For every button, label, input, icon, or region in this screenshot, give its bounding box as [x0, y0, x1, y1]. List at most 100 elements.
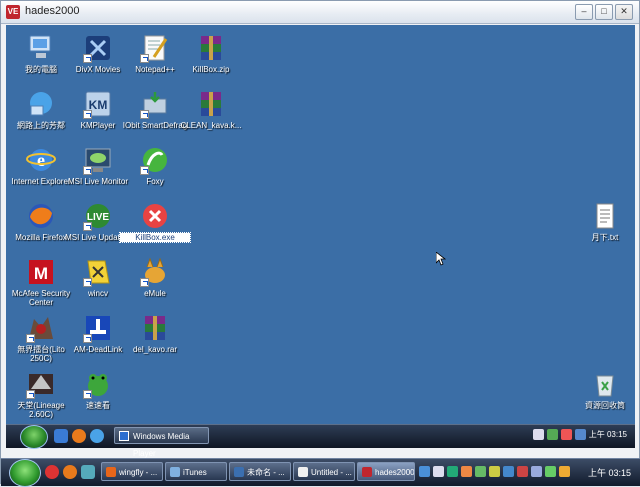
- dragon-game-icon: [26, 313, 56, 343]
- tray-network-icon[interactable]: [419, 466, 430, 477]
- lineage-icon: [26, 369, 56, 399]
- network-icon: [26, 89, 56, 119]
- taskbar-windows-media-player-label: Windows Media Player: [133, 432, 190, 458]
- quick-launch-firefox-icon[interactable]: [63, 465, 77, 479]
- tray-blue-icon[interactable]: [503, 466, 514, 477]
- emule-icon: [140, 257, 170, 287]
- desktop-icon-clean_kava[interactable]: CLEAN_kava.k...: [176, 89, 246, 130]
- shortcut-arrow-icon: [140, 278, 149, 287]
- shortcut-arrow-icon: [83, 110, 92, 119]
- shortcut-arrow-icon: [83, 390, 92, 399]
- start-button[interactable]: [9, 459, 41, 487]
- quick-launch-app-icon[interactable]: [81, 465, 95, 479]
- desktop-icon-label: eMule: [144, 289, 166, 298]
- window-title: hades2000: [25, 5, 80, 17]
- taskbar-app-icon: [234, 467, 244, 477]
- text-file-icon: [590, 201, 620, 231]
- winrar-icon: [196, 89, 226, 119]
- desktop-icon-yuexia[interactable]: 月下.txt: [576, 201, 634, 242]
- show-desktop-icon[interactable]: [54, 429, 68, 443]
- deadlink-icon: [83, 313, 113, 343]
- desktop-icon-foxy[interactable]: Foxy: [120, 145, 190, 186]
- shortcut-arrow-icon: [83, 222, 92, 231]
- desktop-icon-delkavo[interactable]: del_kavo.rar: [120, 313, 190, 354]
- shortcut-arrow-icon: [83, 334, 92, 343]
- maximize-button[interactable]: □: [595, 4, 613, 20]
- local-taskbar: wingfly - ... iTunes 未命名 - ... Untitled - .…: [1, 458, 640, 487]
- remote-clock[interactable]: 上午 03:15: [589, 429, 627, 440]
- taskbar-button-label: hades2000: [375, 468, 415, 477]
- wincv-icon: [83, 257, 113, 287]
- taskbar-button-4[interactable]: Untitled - ...: [293, 462, 355, 481]
- notepad-plus-icon: [140, 33, 170, 63]
- frog-icon: [83, 369, 113, 399]
- tray-sync-icon[interactable]: [531, 466, 542, 477]
- shortcut-arrow-icon: [83, 54, 92, 63]
- taskbar-button-3[interactable]: 未命名 - ...: [229, 462, 291, 481]
- msi-monitor-icon: [83, 145, 113, 175]
- foxy-icon: [140, 145, 170, 175]
- app-icon: VE: [6, 5, 20, 19]
- remote-desktop[interactable]: 我的電腦 網路上的芳鄰 e Internet Explorer Mozilla Fire…: [6, 25, 635, 424]
- divx-icon: [83, 33, 113, 63]
- local-clock[interactable]: 上午 03:15: [588, 466, 631, 479]
- volume-icon[interactable]: [574, 429, 586, 440]
- remote-start-button[interactable]: [20, 425, 48, 449]
- desktop-icon-recycle[interactable]: 資源回收筒: [576, 369, 634, 410]
- tray-green-icon[interactable]: [475, 466, 486, 477]
- title-bar[interactable]: VE hades2000 – □ ✕: [1, 1, 639, 24]
- tray-orange-icon[interactable]: [461, 466, 472, 477]
- firefox-quick-icon[interactable]: [72, 429, 86, 443]
- remote-system-tray: 上午 03:15: [532, 429, 627, 440]
- taskbar-button-label: iTunes: [183, 468, 207, 477]
- quick-launch-red-icon[interactable]: [45, 465, 59, 479]
- security-tray-icon[interactable]: [560, 429, 572, 440]
- remote-taskbar: Windows Media Player 上午 03:15: [6, 424, 635, 458]
- local-system-tray: [419, 466, 570, 477]
- shortcut-arrow-icon: [140, 166, 149, 175]
- tray-red-icon[interactable]: [517, 466, 528, 477]
- internet-explorer-icon: e: [26, 145, 56, 175]
- network-tray-icon[interactable]: [546, 429, 558, 440]
- desktop-icon-label: KillBox.zip: [192, 65, 230, 74]
- shortcut-arrow-icon: [140, 54, 149, 63]
- firefox-icon: [26, 201, 56, 231]
- msi-live-update-icon: LIVE: [83, 201, 113, 231]
- close-button[interactable]: ✕: [615, 4, 633, 20]
- kmplayer-icon: KM: [83, 89, 113, 119]
- tray-speaker-icon[interactable]: [559, 466, 570, 477]
- shortcut-arrow-icon: [26, 334, 35, 343]
- defrag-icon: [140, 89, 170, 119]
- desktop-icon-label: KillBox.exe: [119, 232, 191, 243]
- ie-quick-icon[interactable]: [90, 429, 104, 443]
- tray-yellow-icon[interactable]: [489, 466, 500, 477]
- desktop-icon-label: del_kavo.rar: [132, 345, 178, 354]
- desktop-icon-label: 資源回收筒: [585, 401, 625, 410]
- taskbar-app-icon: [362, 467, 372, 477]
- desktop-icon-sukankan[interactable]: 速速看: [63, 369, 133, 410]
- desktop-icon-label: 速速看: [86, 401, 110, 410]
- taskbar-button-1[interactable]: wingfly - ...: [101, 462, 163, 481]
- taskbar-app-icon: [298, 467, 308, 477]
- taskbar-app-icon: [106, 467, 116, 477]
- taskbar-button-label: Untitled - ...: [311, 468, 352, 477]
- keyboard-icon[interactable]: [532, 429, 544, 440]
- taskbar-windows-media-player[interactable]: Windows Media Player: [114, 427, 209, 458]
- shortcut-arrow-icon: [83, 278, 92, 287]
- desktop-icon-killbox_zip[interactable]: KillBox.zip: [176, 33, 246, 74]
- winrar-icon: [140, 313, 170, 343]
- tray-v-icon[interactable]: [447, 466, 458, 477]
- desktop-icon-emule[interactable]: eMule: [120, 257, 190, 298]
- tray-arrow-icon[interactable]: [433, 466, 444, 477]
- tray-shield-icon[interactable]: [545, 466, 556, 477]
- svg-text:M: M: [34, 264, 48, 283]
- taskbar-button-2[interactable]: iTunes: [165, 462, 227, 481]
- desktop-icon-killbox_exe[interactable]: KillBox.exe: [119, 201, 191, 243]
- desktop-icon-label: 月下.txt: [591, 233, 619, 242]
- taskbar-button-5[interactable]: hades2000: [357, 462, 415, 481]
- desktop-icon-label: Foxy: [146, 177, 164, 186]
- winrar-icon: [196, 33, 226, 63]
- minimize-button[interactable]: –: [575, 4, 593, 20]
- killbox-icon: [140, 201, 170, 231]
- shortcut-arrow-icon: [26, 390, 35, 399]
